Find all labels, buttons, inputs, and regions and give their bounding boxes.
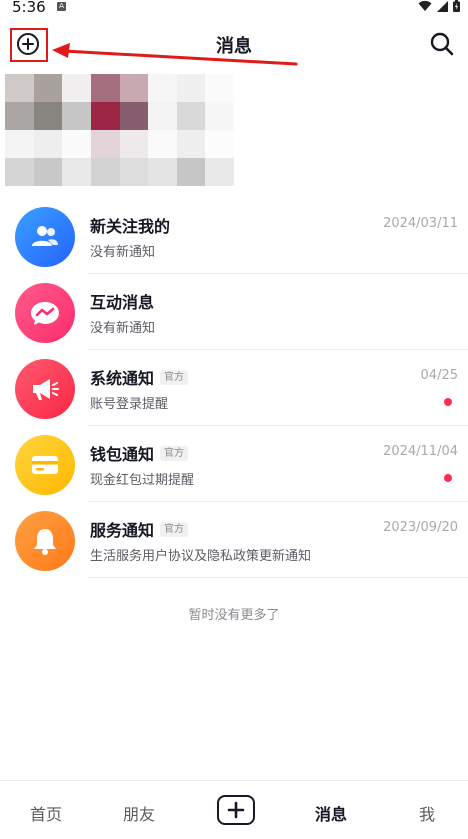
bottom-nav: 首页 朋友 消息 我 [0,780,468,839]
nav-home[interactable]: 首页 [30,801,62,825]
nav-me[interactable]: 我 [419,801,435,825]
search-button[interactable] [428,30,456,58]
annotation-arrow [52,43,298,66]
nav-create-button[interactable] [217,795,255,825]
message-subtitle: 现金红包过期提醒 [90,473,195,488]
status-bar: 5:36 A [0,0,468,18]
cell-signal-icon [437,0,448,12]
battery-icon [453,0,460,12]
notification-badge-icon: A [57,2,66,11]
status-time: 5:36 [12,0,46,16]
bell-icon [34,529,56,555]
message-subtitle: 没有新通知 [90,245,156,260]
status-icons [418,0,460,12]
unread-dot [444,398,452,406]
title-row: 互动消息 [90,289,154,313]
interaction-icon [31,302,59,325]
message-item-wallet[interactable]: 钱包通知 官方 2024/11/04 现金红包过期提醒 [0,426,468,502]
unread-dot [444,474,452,482]
divider [88,577,468,578]
official-tag: 官方 [160,521,189,537]
followers-icon [32,226,58,246]
title-row: 钱包通知 官方 [90,441,189,465]
message-list: 新关注我的 2024/03/11 没有新通知 互动消息 没有新通知 系统通知 官… [0,198,468,578]
title-row: 新关注我的 [90,213,170,237]
wifi-icon [418,0,432,12]
message-date: 2023/09/20 [383,520,458,535]
message-subtitle: 生活服务用户协议及隐私政策更新通知 [90,549,312,564]
message-title: 互动消息 [90,293,155,312]
avatar [15,207,75,267]
avatar [15,511,75,571]
message-subtitle: 账号登录提醒 [90,397,169,412]
title-row: 系统通知 官方 [90,365,189,389]
official-tag: 官方 [160,369,189,385]
title-row: 服务通知 官方 [90,517,189,541]
official-tag: 官方 [160,445,189,461]
avatar [15,283,75,343]
message-item-system[interactable]: 系统通知 官方 04/25 账号登录提醒 [0,350,468,426]
message-title: 钱包通知 [90,445,155,464]
message-title: 系统通知 [90,369,155,388]
wallet-icon [32,456,58,474]
message-item-interactions[interactable]: 互动消息 没有新通知 [0,274,468,350]
plus-icon [227,801,245,819]
megaphone-icon [33,379,59,400]
message-item-new-followers[interactable]: 新关注我的 2024/03/11 没有新通知 [0,198,468,274]
message-item-service[interactable]: 服务通知 官方 2023/09/20 生活服务用户协议及隐私政策更新通知 [0,502,468,578]
avatar [15,359,75,419]
message-title: 服务通知 [90,521,155,540]
message-subtitle: 没有新通知 [90,321,156,336]
no-more-text: 暂时没有更多了 [188,608,280,623]
avatar [15,435,75,495]
nav-messages[interactable]: 消息 [315,801,347,825]
message-date: 2024/11/04 [383,444,458,459]
message-date: 04/25 [420,368,458,383]
search-icon [430,32,454,56]
nav-friends[interactable]: 朋友 [123,801,155,825]
blurred-banner-image[interactable] [5,74,234,186]
message-title: 新关注我的 [90,217,171,236]
message-date: 2024/03/11 [383,216,458,231]
